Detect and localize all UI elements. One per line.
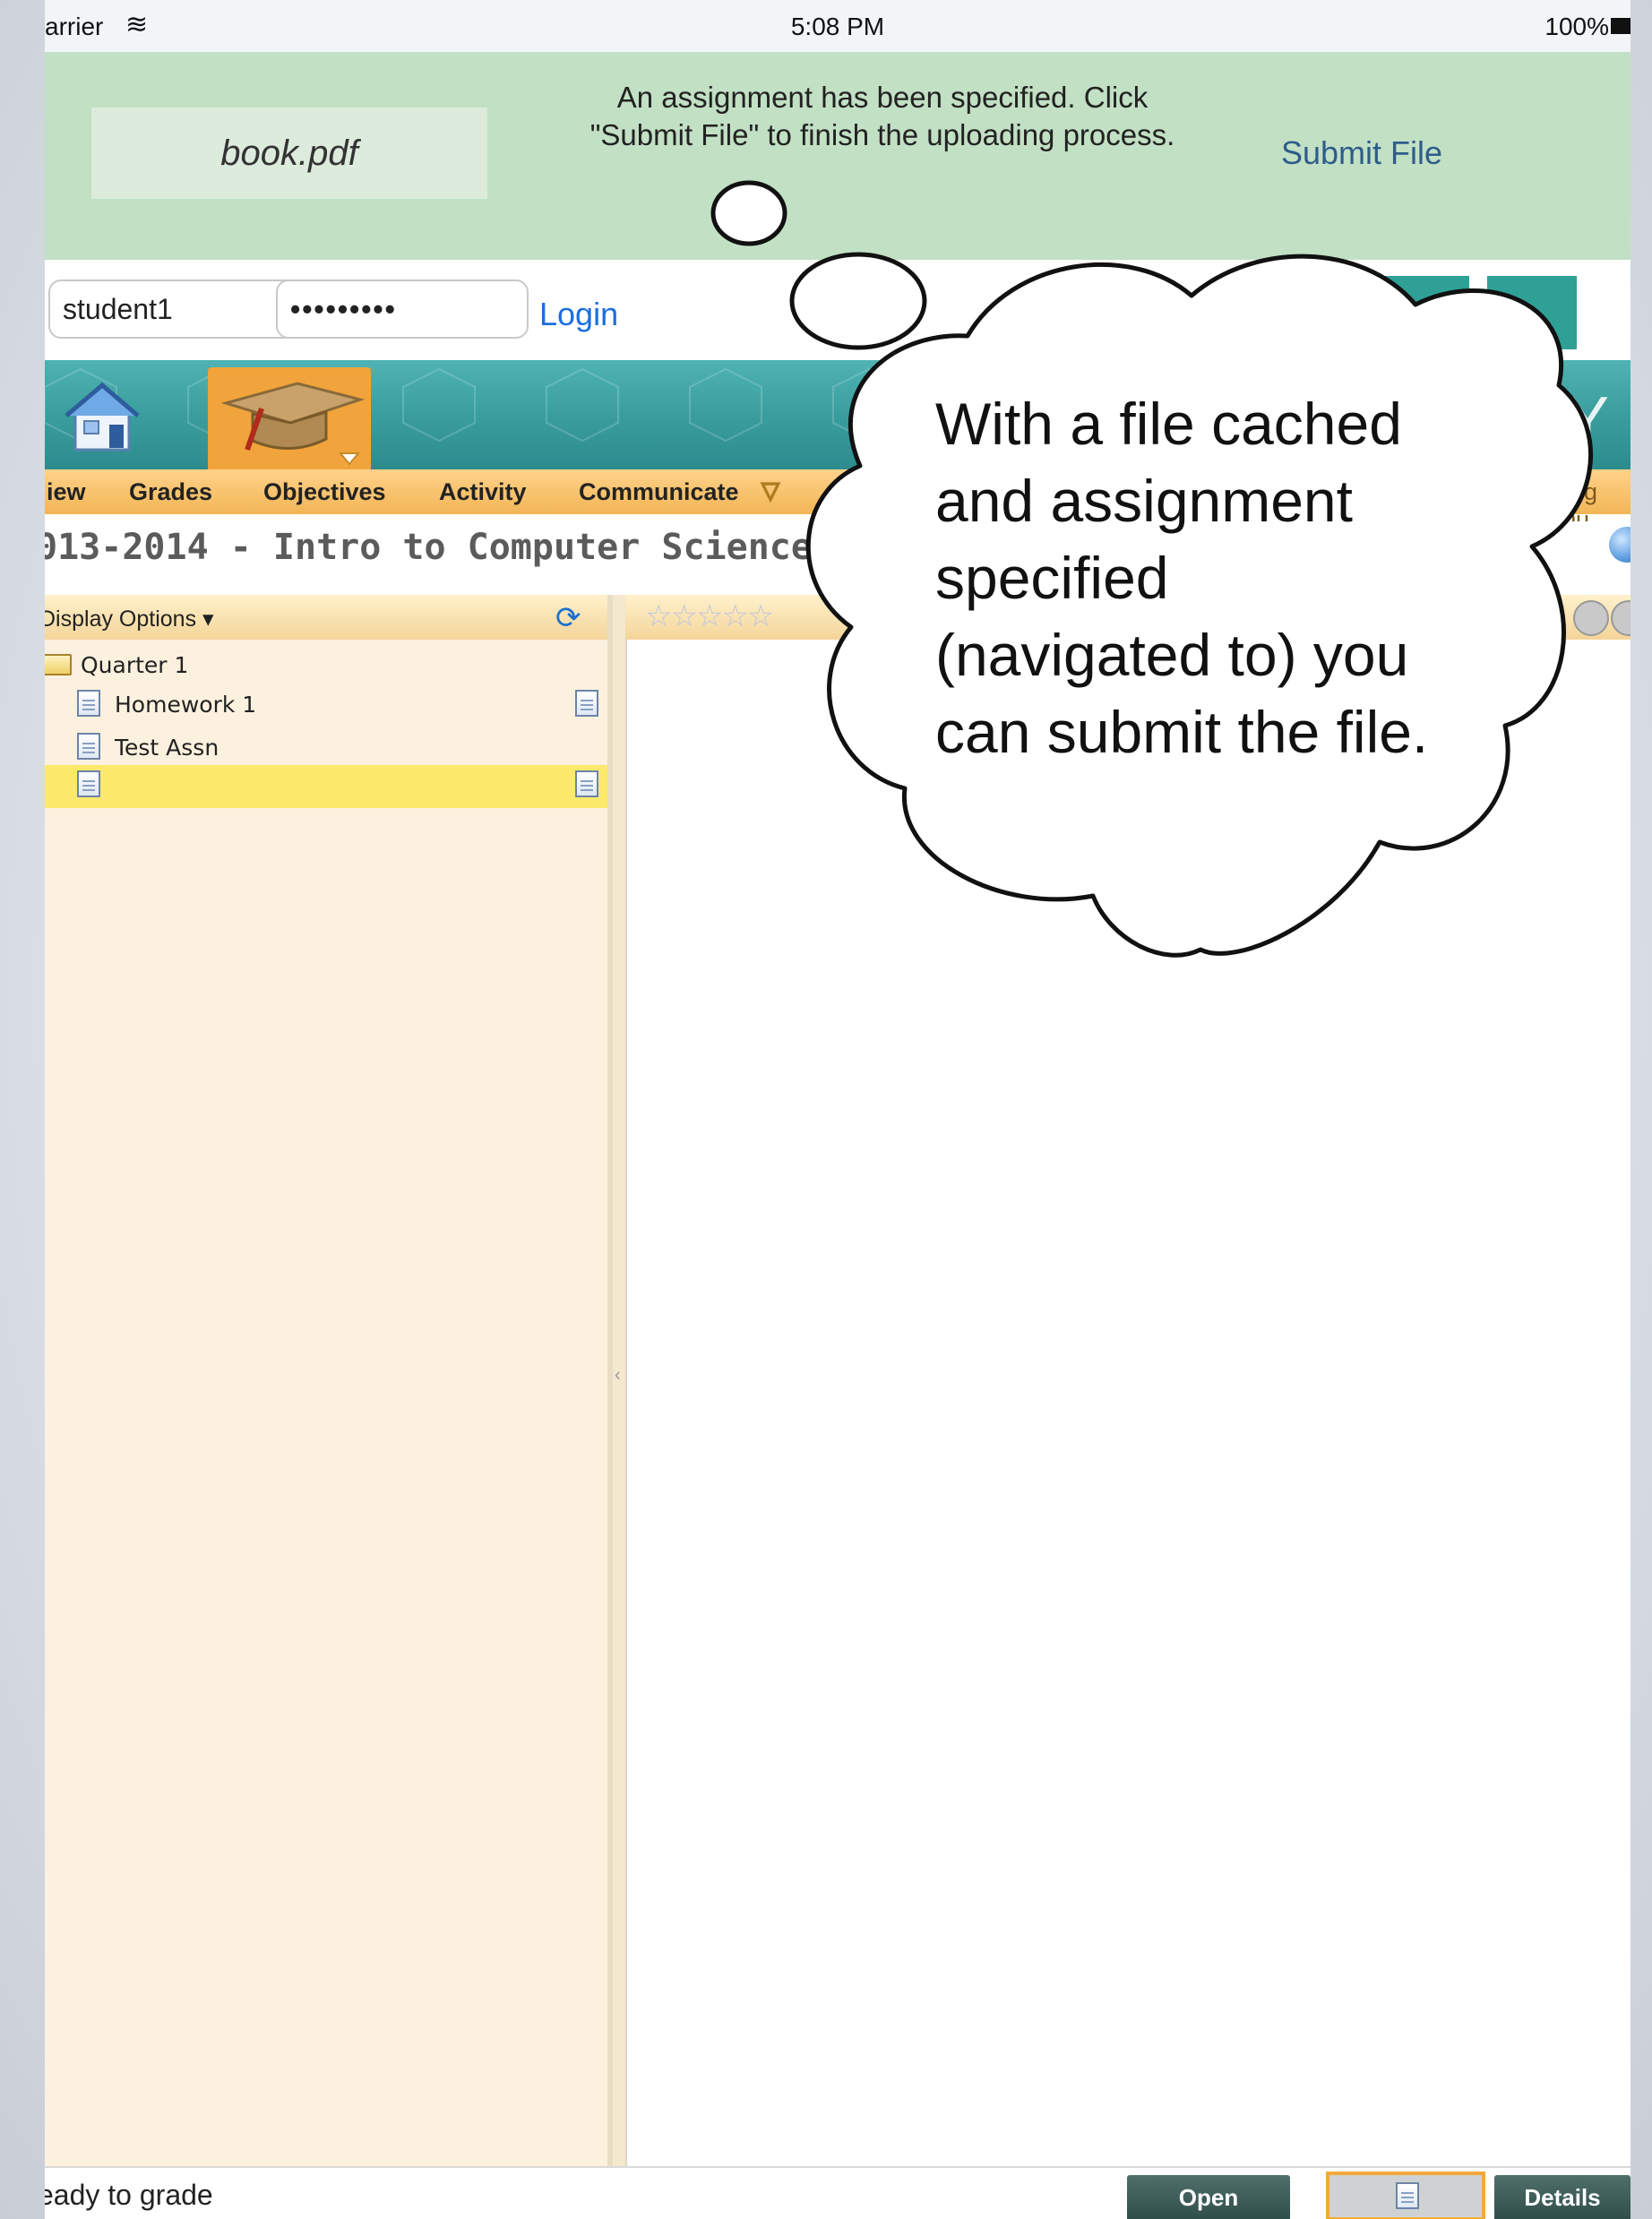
- callout-line: can submit the file.: [935, 699, 1429, 765]
- bottom-bar: eady to grade Open Details: [45, 2166, 1630, 2219]
- app-logo-fragment: eY: [1532, 384, 1609, 456]
- submission-doc-icon[interactable]: [575, 770, 598, 797]
- nav-item-grades[interactable]: Grades: [129, 478, 212, 506]
- password-field[interactable]: •••••••••: [276, 280, 529, 339]
- splitter-grip-icon: ‹: [615, 1365, 621, 1385]
- folder-icon: [45, 654, 72, 675]
- tree-item-homework-1[interactable]: Homework 1: [45, 684, 607, 724]
- username-field[interactable]: student1: [48, 280, 301, 339]
- tree-item-label: Homework 1: [115, 692, 257, 718]
- app-screen: arrier ≋ 5:08 PM 100% book.pdf An assign…: [45, 0, 1630, 2219]
- caret-down-icon: ▾: [202, 606, 214, 632]
- document-icon: [77, 733, 100, 760]
- house-icon: [65, 382, 140, 452]
- callout-line: (navigated to) you: [935, 622, 1409, 688]
- document-icon: [77, 690, 100, 717]
- login-button[interactable]: Login: [539, 296, 618, 333]
- login-row: student1 ••••••••• Login ⟳ ⌂: [45, 260, 1630, 360]
- panel-splitter[interactable]: ‹: [613, 595, 625, 2166]
- upload-message-line2: "Submit File" to finish the uploading pr…: [589, 118, 1175, 151]
- callout-line: With a file cached: [935, 391, 1402, 457]
- document-icon: [77, 770, 100, 797]
- sync-button[interactable]: ⟳: [1380, 276, 1469, 349]
- battery-percent: 100%: [1544, 13, 1609, 40]
- rating-stars[interactable]: ☆☆☆☆☆: [645, 598, 774, 634]
- nav-item-overview[interactable]: iew: [47, 478, 86, 506]
- display-options-menu[interactable]: Display Options ▾: [45, 606, 214, 632]
- graduation-cap-icon: [220, 382, 366, 466]
- upload-notification: book.pdf An assignment has been specifie…: [45, 52, 1630, 260]
- nav-item-activity[interactable]: Activity: [439, 478, 527, 506]
- document-view-button[interactable]: [1326, 2172, 1485, 2219]
- nav-item-communicate[interactable]: Communicate: [579, 478, 739, 506]
- tree-toolbar: Display Options ▾ ⟳: [45, 595, 607, 640]
- tree-item-test-assn[interactable]: Test Assn: [45, 727, 607, 767]
- nav-item-objectives[interactable]: Objectives: [263, 478, 386, 506]
- chevron-down-icon: ▽: [761, 477, 780, 504]
- home-button[interactable]: ⌂: [1487, 276, 1577, 349]
- refresh-icon: ⟳: [1412, 297, 1437, 329]
- open-button-label: Open: [1178, 2184, 1239, 2211]
- detail-panel: [625, 640, 1630, 2166]
- tree-refresh-icon[interactable]: ⟳: [555, 600, 581, 636]
- home-tab[interactable]: [59, 373, 145, 459]
- submission-doc-icon[interactable]: [575, 690, 598, 717]
- open-button[interactable]: Open: [1127, 2175, 1290, 2219]
- upload-message: An assignment has been specified. Click …: [520, 79, 1245, 154]
- cached-file-name: book.pdf: [91, 108, 487, 199]
- status-text: eady to grade: [45, 2179, 213, 2211]
- toolbar-circle-button[interactable]: [1573, 600, 1609, 636]
- upload-message-line1: An assignment has been specified. Click: [616, 81, 1149, 114]
- tree-item-label: Test Assn: [115, 735, 219, 761]
- tree-folder[interactable]: Quarter 1: [45, 645, 607, 684]
- tree-item-selected[interactable]: [45, 765, 607, 808]
- details-button[interactable]: Details: [1494, 2175, 1630, 2219]
- home-icon: ⌂: [1523, 296, 1541, 329]
- course-title-text: 013-2014 - Intro to Computer Science - I: [45, 527, 899, 568]
- clock-time: 5:08 PM: [790, 13, 885, 40]
- battery-icon: [1611, 18, 1630, 34]
- display-options-label: Display Options: [45, 606, 197, 632]
- assignment-tree-panel: Display Options ▾ ⟳ Quarter 1 Homework 1…: [45, 595, 613, 2166]
- callout-line: specified: [935, 545, 1169, 611]
- callout-text: With a file cached and assignment specif…: [935, 385, 1500, 770]
- tree-folder-label: Quarter 1: [81, 652, 189, 678]
- grades-tab[interactable]: [208, 367, 371, 469]
- document-icon: [1396, 2182, 1419, 2209]
- callout-line: and assignment: [935, 468, 1353, 534]
- submit-file-button[interactable]: Submit File: [1281, 134, 1442, 172]
- toolbar-circle-button[interactable]: [1611, 600, 1630, 636]
- ios-status-bar: arrier ≋ 5:08 PM 100%: [45, 0, 1630, 52]
- details-button-label: Details: [1524, 2184, 1601, 2211]
